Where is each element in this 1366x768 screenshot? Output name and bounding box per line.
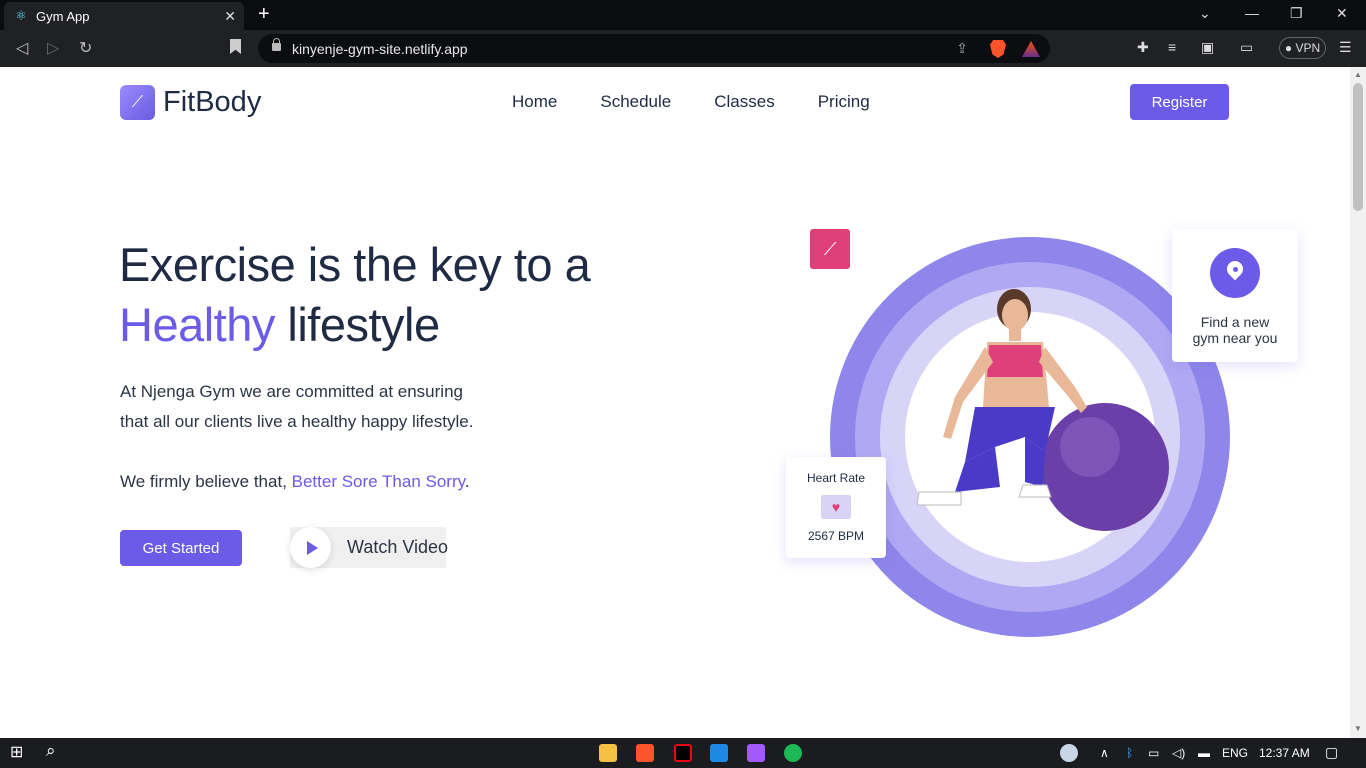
search-icon[interactable]: ⌕: [46, 741, 56, 761]
tab-title: Gym App: [36, 8, 90, 24]
network-icon[interactable]: ▭: [1148, 746, 1159, 760]
share-icon[interactable]: ⇪: [956, 40, 968, 57]
belief-prefix: We firmly believe that,: [120, 472, 292, 491]
vscode-icon[interactable]: [710, 744, 728, 762]
lock-icon: [272, 38, 281, 51]
find-gym-line1: Find a new: [1200, 314, 1270, 330]
volume-icon[interactable]: ◁): [1172, 746, 1185, 760]
weather-icon[interactable]: [1060, 744, 1078, 762]
vpn-label: VPN: [1295, 41, 1321, 55]
hero-belief: We firmly believe that, Better Sore Than…: [120, 467, 470, 497]
register-button[interactable]: Register: [1130, 84, 1229, 120]
belief-accent: Better Sore Than Sorry: [291, 472, 465, 491]
netflix-icon[interactable]: [674, 744, 692, 762]
browser-tab-bar: ⚛ Gym App ✕ + ⌄ — ❐ ✕: [0, 0, 1366, 30]
hero-description-line2: that all our clients live a healthy happ…: [120, 412, 474, 431]
vpn-button[interactable]: ● VPN: [1279, 37, 1326, 59]
forward-button[interactable]: ▷: [47, 38, 59, 58]
minimize-button[interactable]: —: [1245, 5, 1259, 21]
get-started-button[interactable]: Get Started: [120, 530, 242, 566]
hero-title-line2: Healthy lifestyle: [119, 295, 590, 355]
heart-rate-card: Heart Rate ♥ 2567 BPM: [786, 457, 886, 558]
browser-tab[interactable]: ⚛ Gym App ✕: [4, 2, 244, 30]
restore-button[interactable]: ❐: [1290, 5, 1303, 22]
find-gym-line2: gym near you: [1192, 330, 1278, 346]
nav-schedule[interactable]: Schedule: [600, 91, 671, 113]
find-gym-text: Find a new gym near you: [1172, 314, 1298, 346]
menu-icon[interactable]: ☰: [1339, 39, 1352, 56]
tab-search-icon[interactable]: ⌄: [1199, 5, 1211, 22]
windows-start-icon[interactable]: ⊞: [10, 742, 23, 762]
bookmark-icon[interactable]: [230, 39, 241, 54]
scroll-down-icon[interactable]: ▼: [1354, 724, 1362, 733]
spotify-icon[interactable]: [784, 744, 802, 762]
hero-title: Exercise is the key to a Healthy lifesty…: [119, 235, 591, 355]
page-scrollbar[interactable]: ▲ ▼: [1350, 67, 1366, 738]
new-tab-button[interactable]: +: [258, 4, 270, 24]
nav-home[interactable]: Home: [512, 91, 557, 113]
play-icon[interactable]: [290, 527, 331, 568]
tray-chevron-icon[interactable]: ∧: [1100, 746, 1109, 760]
brave-rewards-icon[interactable]: [1022, 41, 1040, 57]
nav-classes[interactable]: Classes: [714, 91, 774, 113]
belief-suffix: .: [464, 472, 470, 491]
main-nav: Home Schedule Classes Pricing: [512, 91, 913, 113]
location-pin-icon: [1210, 248, 1260, 298]
close-window-button[interactable]: ✕: [1336, 5, 1348, 22]
find-gym-card[interactable]: Find a new gym near you: [1172, 229, 1298, 362]
windows-taskbar: ⊞ ⌕ ∧ ᛒ ▭ ◁) ▬ ENG 12:37 AM ▢: [0, 738, 1366, 768]
brave-shields-icon[interactable]: [990, 40, 1006, 58]
file-explorer-icon[interactable]: [599, 744, 617, 762]
hero-description: At Njenga Gym we are committed at ensuri…: [120, 377, 520, 437]
tab-close-icon[interactable]: ✕: [224, 8, 236, 25]
watch-video-button[interactable]: Watch Video: [290, 527, 449, 568]
heart-rate-value: 2567 BPM: [807, 529, 865, 543]
hero-title-rest: lifestyle: [274, 298, 440, 351]
clock[interactable]: 12:37 AM: [1259, 746, 1310, 760]
playlist-icon[interactable]: ≡: [1168, 39, 1176, 55]
dumbbell-badge-icon: ⟋: [810, 229, 850, 269]
hero-title-line1: Exercise is the key to a: [119, 238, 591, 291]
address-bar[interactable]: kinyenje-gym-site.netlify.app ⇪: [258, 34, 1050, 63]
figma-icon[interactable]: [747, 744, 765, 762]
watch-video-label: Watch Video: [347, 537, 449, 557]
scrollbar-thumb[interactable]: [1353, 83, 1363, 211]
sidebar-icon[interactable]: ▣: [1201, 39, 1214, 56]
url-text: kinyenje-gym-site.netlify.app: [292, 40, 468, 57]
language-indicator[interactable]: ENG: [1222, 746, 1248, 760]
react-icon: ⚛: [15, 8, 27, 23]
fitness-woman-image: [916, 289, 1169, 531]
reload-button[interactable]: ↻: [79, 38, 92, 58]
wallet-icon[interactable]: ▭: [1240, 39, 1253, 56]
bluetooth-icon[interactable]: ᛒ: [1126, 746, 1133, 760]
hero-title-accent: Healthy: [119, 298, 275, 351]
heart-pulse-icon: ♥: [821, 495, 851, 519]
back-button[interactable]: ◁: [16, 38, 28, 58]
scroll-up-icon[interactable]: ▲: [1354, 70, 1362, 79]
browser-toolbar: ◁ ▷ ↻ kinyenje-gym-site.netlify.app ⇪ ✚ …: [0, 30, 1366, 67]
hero-description-line1: At Njenga Gym we are committed at ensuri…: [120, 382, 463, 401]
notifications-icon[interactable]: ▢: [1325, 744, 1338, 761]
battery-icon[interactable]: ▬: [1198, 746, 1210, 760]
extensions-icon[interactable]: ✚: [1137, 39, 1149, 56]
nav-pricing[interactable]: Pricing: [818, 91, 870, 113]
brave-browser-icon[interactable]: [636, 744, 654, 762]
dumbbell-icon[interactable]: ⟋: [120, 85, 155, 120]
brand-logo[interactable]: FitBody: [163, 85, 261, 120]
heart-rate-title: Heart Rate: [806, 471, 866, 485]
web-page: ⟋ FitBody Home Schedule Classes Pricing …: [0, 67, 1350, 738]
